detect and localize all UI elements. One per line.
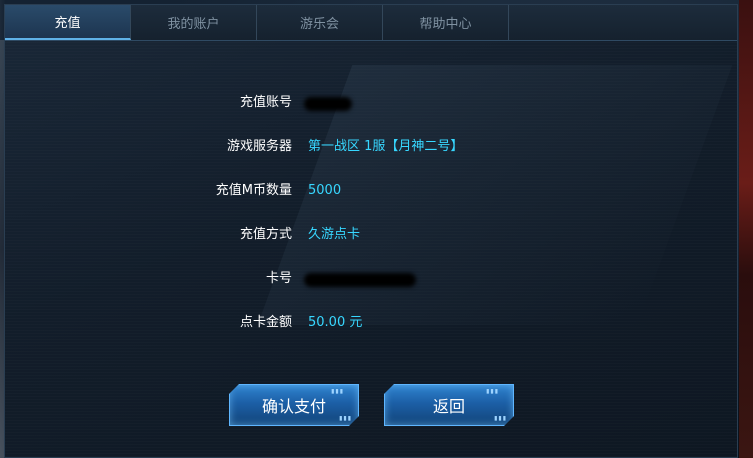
button-corner-decoration: ▮▮▮ — [486, 388, 499, 395]
recharge-panel: 充值 我的账户 游乐会 帮助中心 充值账号 游戏服务器 第一战区 1服【月神二号… — [4, 4, 738, 458]
account-row: 充值账号 — [5, 93, 739, 113]
amount-row: 充值M币数量 5000 — [5, 181, 739, 201]
button-corner-decoration: ▮▮▮ — [339, 415, 352, 422]
card-label: 卡号 — [265, 271, 292, 286]
confirm-payment-button[interactable]: 确认支付 ▮▮▮ ▮▮▮ — [229, 384, 359, 426]
tab-recharge[interactable]: 充值 — [5, 5, 131, 40]
card-amount-value: 50.00 元 — [308, 315, 363, 330]
account-value-redacted — [304, 97, 352, 111]
amount-label: 充值M币数量 — [215, 183, 292, 198]
right-edge-decoration — [739, 0, 753, 458]
card-number-redacted — [304, 273, 416, 287]
method-value: 久游点卡 — [308, 227, 361, 242]
method-label: 充值方式 — [239, 227, 292, 242]
tab-my-account[interactable]: 我的账户 — [131, 5, 257, 40]
tab-club[interactable]: 游乐会 — [257, 5, 383, 40]
tab-bar: 充值 我的账户 游乐会 帮助中心 — [5, 5, 737, 41]
back-button[interactable]: 返回 ▮▮▮ ▮▮▮ — [384, 384, 514, 426]
server-row: 游戏服务器 第一战区 1服【月神二号】 — [5, 137, 739, 157]
amount-value: 5000 — [308, 183, 342, 198]
card-row: 卡号 — [5, 269, 739, 289]
button-corner-decoration: ▮▮▮ — [331, 388, 344, 395]
confirm-payment-label: 确认支付 — [261, 397, 326, 416]
card-amount-label: 点卡金额 — [239, 315, 292, 330]
back-label: 返回 — [432, 397, 465, 416]
server-label: 游戏服务器 — [226, 139, 292, 154]
server-value: 第一战区 1服【月神二号】 — [308, 139, 464, 154]
method-row: 充值方式 久游点卡 — [5, 225, 739, 245]
card-amount-row: 点卡金额 50.00 元 — [5, 313, 739, 333]
account-label: 充值账号 — [239, 95, 292, 110]
tab-help-center[interactable]: 帮助中心 — [383, 5, 509, 40]
button-corner-decoration: ▮▮▮ — [494, 415, 507, 422]
